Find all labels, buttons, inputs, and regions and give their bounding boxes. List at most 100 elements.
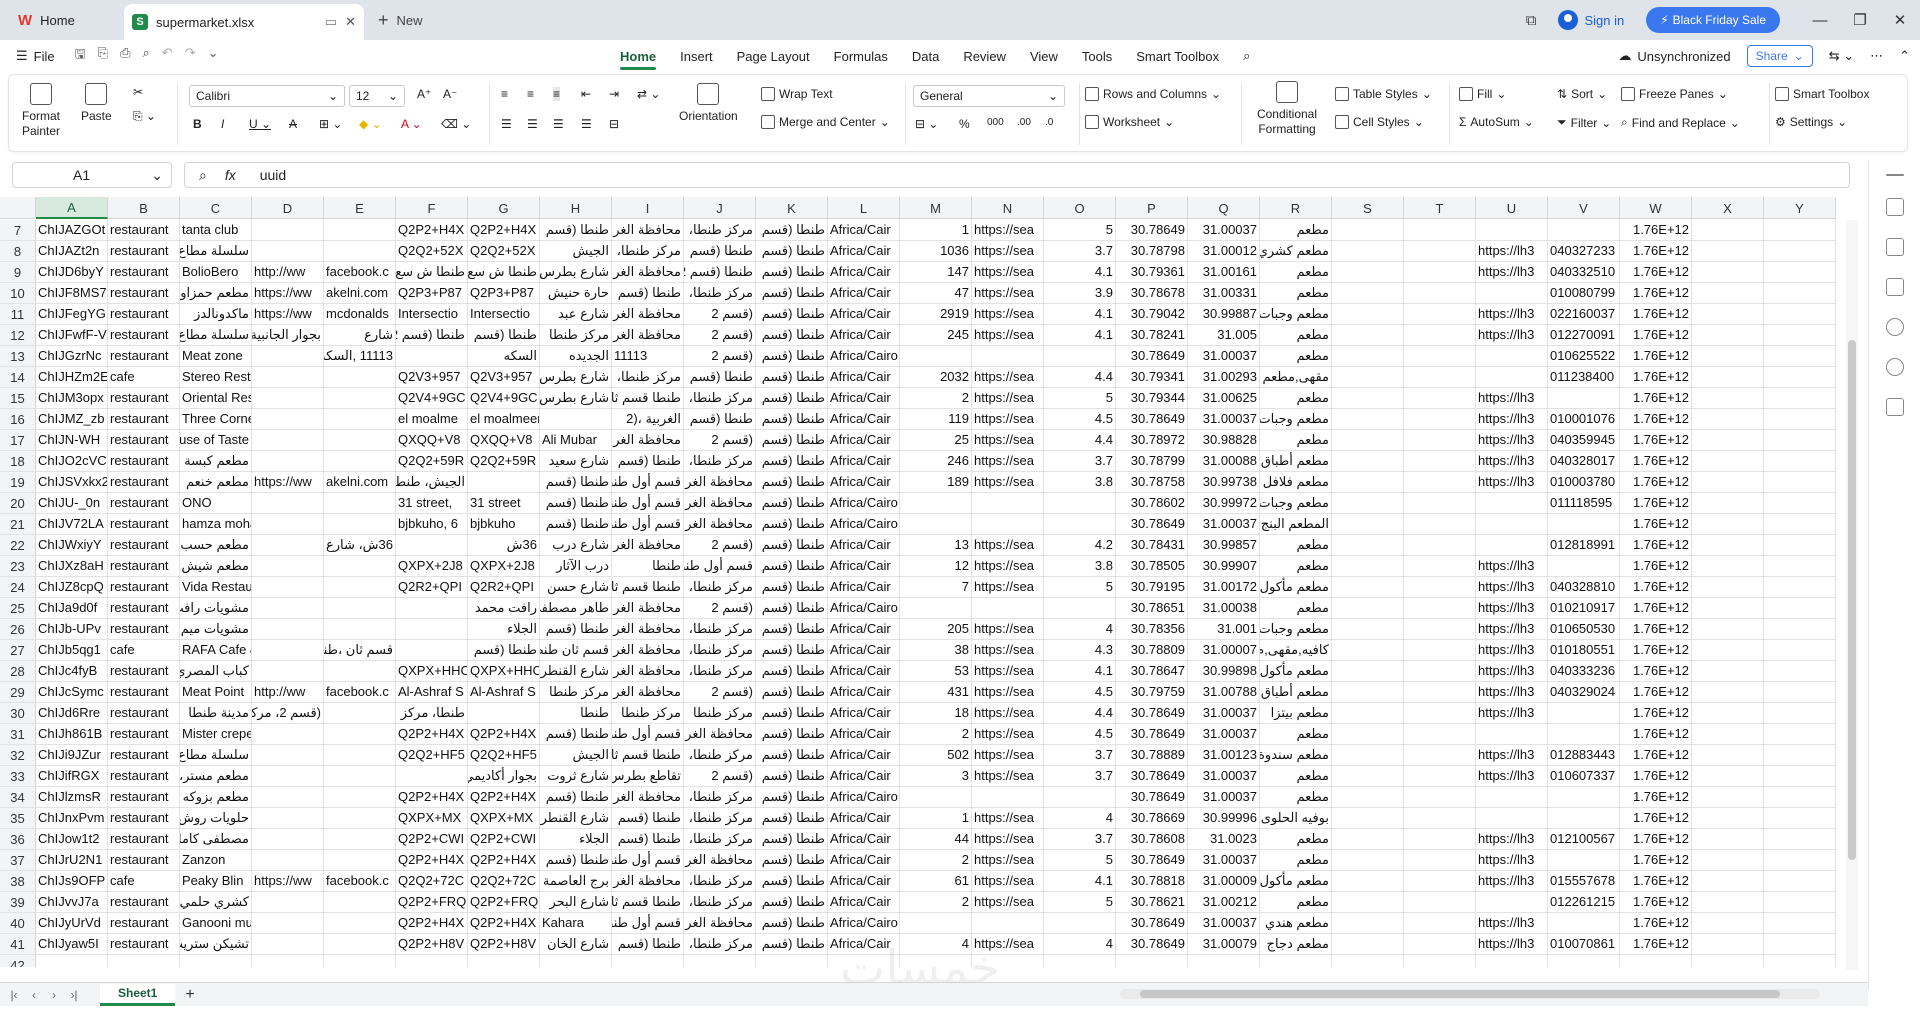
cell-c38[interactable]: Peaky Blin xyxy=(180,871,252,891)
cell-a25[interactable]: ChIJa9d0f xyxy=(36,598,108,618)
cell-i41[interactable]: طنطا (قسم xyxy=(612,934,684,954)
cell-r13[interactable]: مطعم xyxy=(1260,346,1332,366)
underline-icon[interactable]: U ⌄ xyxy=(249,117,271,131)
cell-v19[interactable]: 010003780 xyxy=(1548,472,1620,492)
cell-y36[interactable] xyxy=(1764,829,1836,849)
cell-i19[interactable]: قسم أول طنطا xyxy=(612,472,684,492)
cell-g26[interactable]: الجلاء xyxy=(468,619,540,639)
cell-o39[interactable]: 5 xyxy=(1044,892,1116,912)
cell-u38[interactable]: https://lh3 xyxy=(1476,871,1548,891)
cell-h8[interactable]: الجيش xyxy=(540,241,612,261)
row-header[interactable]: 42 xyxy=(0,955,36,967)
cell-f24[interactable]: Q2R2+QPI xyxy=(396,577,468,597)
cell-k27[interactable]: طنطا (قسم xyxy=(756,640,828,660)
cell-i42[interactable] xyxy=(612,955,684,967)
column-header-u[interactable]: U xyxy=(1476,197,1548,219)
column-header-t[interactable]: T xyxy=(1404,197,1476,219)
select-icon[interactable] xyxy=(1885,198,1904,216)
cell-w12[interactable]: 1.76E+12 xyxy=(1620,325,1692,345)
cell-y10[interactable] xyxy=(1764,283,1836,303)
print-preview-icon[interactable]: ⌕ xyxy=(143,45,150,67)
cell-s13[interactable] xyxy=(1332,346,1404,366)
cell-f32[interactable]: Q2Q2+HF5 xyxy=(396,745,468,765)
cell-x32[interactable] xyxy=(1692,745,1764,765)
cell-c14[interactable]: Stereo Restaurant And Cafe xyxy=(180,367,252,387)
cell-y14[interactable] xyxy=(1764,367,1836,387)
cell-j40[interactable]: محافظة الغر xyxy=(684,913,756,933)
cell-u14[interactable] xyxy=(1476,367,1548,387)
cell-n10[interactable]: https://sea xyxy=(972,283,1044,303)
cell-w14[interactable]: 1.76E+12 xyxy=(1620,367,1692,387)
cell-d40[interactable] xyxy=(252,913,324,933)
window-mode-icon[interactable]: ⧉ xyxy=(1526,12,1537,29)
cell-e41[interactable] xyxy=(324,934,396,954)
column-header-i[interactable]: I xyxy=(612,197,684,219)
share-button[interactable]: Share ⌄ xyxy=(1746,45,1813,67)
print-icon[interactable]: ⎙ xyxy=(120,45,130,67)
cell-h23[interactable]: درب الآثار xyxy=(540,556,612,576)
cell-a22[interactable]: ChIJWxiyY xyxy=(36,535,108,555)
cell-c42[interactable] xyxy=(180,955,252,967)
cell-m30[interactable]: 18 xyxy=(900,703,972,723)
expand-icon[interactable] xyxy=(1885,174,1904,176)
cell-m8[interactable]: 1036 xyxy=(900,241,972,261)
cell-u34[interactable] xyxy=(1476,787,1548,807)
cell-y29[interactable] xyxy=(1764,682,1836,702)
cell-i30[interactable]: مركز طنطا xyxy=(612,703,684,723)
cell-q19[interactable]: 30.99738 xyxy=(1188,472,1260,492)
cell-q30[interactable]: 31.00037 xyxy=(1188,703,1260,723)
cell-d34[interactable] xyxy=(252,787,324,807)
help-icon[interactable] xyxy=(1885,358,1904,376)
cell-m40[interactable] xyxy=(900,913,972,933)
cell-h35[interactable]: شارع القنطرة xyxy=(540,808,612,828)
cell-b9[interactable]: restaurant xyxy=(108,262,180,282)
cell-r42[interactable] xyxy=(1260,955,1332,967)
cell-x14[interactable] xyxy=(1692,367,1764,387)
cell-l22[interactable]: Africa/Cair xyxy=(828,535,900,555)
cell-t16[interactable] xyxy=(1404,409,1476,429)
cell-c40[interactable]: Ganooni murtaza xyxy=(180,913,252,933)
cell-o22[interactable]: 4.2 xyxy=(1044,535,1116,555)
cell-p42[interactable] xyxy=(1116,955,1188,967)
cell-k7[interactable]: طنطا (قسم xyxy=(756,220,828,240)
cell-p29[interactable]: 30.79759 xyxy=(1116,682,1188,702)
cell-i29[interactable]: محافظة الغر xyxy=(612,682,684,702)
cell-j37[interactable]: محافظة الغر xyxy=(684,850,756,870)
cell-x16[interactable] xyxy=(1692,409,1764,429)
cell-u11[interactable]: https://lh3 xyxy=(1476,304,1548,324)
cell-w19[interactable]: 1.76E+12 xyxy=(1620,472,1692,492)
cell-q8[interactable]: 31.00012 xyxy=(1188,241,1260,261)
cell-v23[interactable] xyxy=(1548,556,1620,576)
cell-e27[interactable]: قسم ثان ،طنطا (قسم 2) xyxy=(324,640,396,660)
cell-g40[interactable]: Q2P2+H4X xyxy=(468,913,540,933)
cell-x19[interactable] xyxy=(1692,472,1764,492)
cell-o33[interactable]: 3.7 xyxy=(1044,766,1116,786)
cell-g21[interactable]: bjbkuho xyxy=(468,514,540,534)
cell-s18[interactable] xyxy=(1332,451,1404,471)
home-tab[interactable]: W Home xyxy=(8,6,120,34)
vertical-scrollbar[interactable] xyxy=(1846,220,1858,970)
row-header[interactable]: 21 xyxy=(0,514,36,534)
cell-w40[interactable]: 1.76E+12 xyxy=(1620,913,1692,933)
screen-icon[interactable]: ▭ xyxy=(325,14,337,30)
cell-s23[interactable] xyxy=(1332,556,1404,576)
cell-j42[interactable] xyxy=(684,955,756,967)
cell-n22[interactable]: https://sea xyxy=(972,535,1044,555)
cell-q24[interactable]: 31.00172 xyxy=(1188,577,1260,597)
cell-b42[interactable] xyxy=(108,955,180,967)
cell-u27[interactable]: https://lh3 xyxy=(1476,640,1548,660)
cell-b22[interactable]: restaurant xyxy=(108,535,180,555)
cell-k23[interactable]: طنطا (قسم xyxy=(756,556,828,576)
cell-n16[interactable]: https://sea xyxy=(972,409,1044,429)
first-sheet-icon[interactable]: |‹ xyxy=(4,988,24,1002)
cell-i38[interactable]: محافظة الغر xyxy=(612,871,684,891)
cell-q15[interactable]: 31.00625 xyxy=(1188,388,1260,408)
cell-e37[interactable] xyxy=(324,850,396,870)
cell-b31[interactable]: restaurant xyxy=(108,724,180,744)
cell-c34[interactable]: مطعم بزوكه xyxy=(180,787,252,807)
cell-f31[interactable]: Q2P2+H4X xyxy=(396,724,468,744)
cell-j28[interactable]: مركز طنطا، xyxy=(684,661,756,681)
cell-s40[interactable] xyxy=(1332,913,1404,933)
column-header-f[interactable]: F xyxy=(396,197,468,219)
cell-i37[interactable]: قسم أول طنطا xyxy=(612,850,684,870)
